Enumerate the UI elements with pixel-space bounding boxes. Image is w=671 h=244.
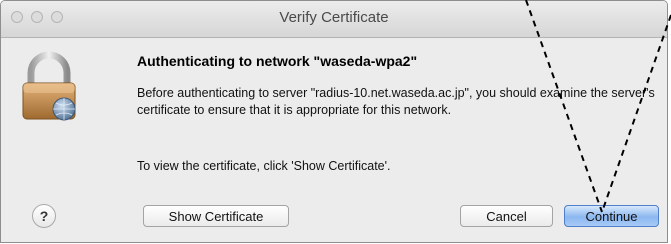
show-certificate-button[interactable]: Show Certificate <box>143 205 289 227</box>
continue-button[interactable]: Continue <box>564 205 659 227</box>
verify-certificate-dialog: Verify Certificate Authenticating to net… <box>0 0 668 243</box>
dialog-message: Before authenticating to server "radius-… <box>137 86 655 117</box>
dialog-heading: Authenticating to network "waseda-wpa2" <box>137 53 418 69</box>
window-title: Verify Certificate <box>279 9 389 26</box>
cancel-button[interactable]: Cancel <box>460 205 553 227</box>
help-button[interactable]: ? <box>32 204 56 228</box>
padlock-icon <box>22 51 76 121</box>
dialog-hint: To view the certificate, click 'Show Cer… <box>137 159 391 173</box>
title-bar: Verify Certificate <box>1 1 667 38</box>
